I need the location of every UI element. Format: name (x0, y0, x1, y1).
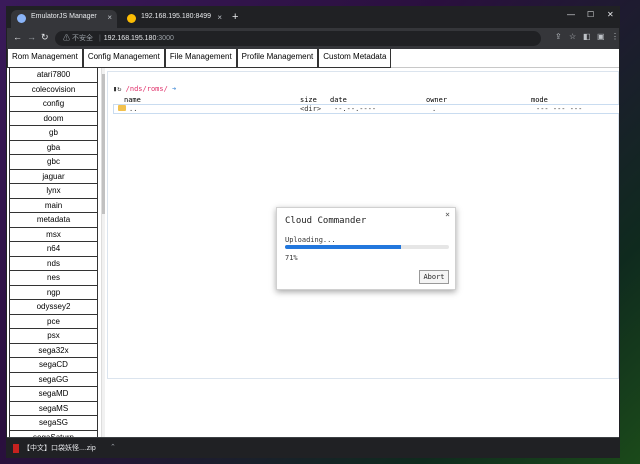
close-icon[interactable]: × (445, 210, 450, 219)
file-owner: . (432, 105, 437, 113)
bookmark-star-icon[interactable]: ☆ (569, 32, 576, 41)
tab-custom-metadata[interactable]: Custom Metadata (318, 49, 392, 68)
close-tab-icon[interactable]: × (217, 13, 222, 22)
column-mode[interactable]: mode (531, 96, 548, 104)
tab-rom-management[interactable]: Rom Management (7, 49, 83, 68)
upload-message: Uploading... (285, 236, 336, 244)
tab-cloudcmd[interactable]: 192.168.195.180:8499 × (121, 10, 227, 28)
system-sidebar: atari7800 colecovision config doom gb gb… (7, 68, 101, 437)
tab-label: 192.168.195.180:8499 (141, 13, 212, 20)
globe-icon (17, 14, 26, 23)
tab-emulatorjs[interactable]: EmulatorJS Manager × (11, 10, 117, 28)
sidebar-item-sega32x[interactable]: sega32x (9, 343, 98, 358)
upload-dialog: Cloud Commander × Uploading... 71% Abort (276, 207, 456, 290)
sidebar-item-gba[interactable]: gba (9, 140, 98, 155)
folder-icon (118, 105, 126, 111)
upload-percent: 71% (285, 254, 298, 262)
sidebar-item-lynx[interactable]: lynx (9, 184, 98, 199)
reload-icon[interactable]: ↻ (41, 32, 49, 43)
sidebar-item-segacd[interactable]: segaCD (9, 358, 98, 373)
archive-icon (13, 443, 19, 453)
download-item[interactable]: 【中文】口袋妖怪....zip (13, 443, 96, 453)
sidebar-item-pce[interactable]: pce (9, 314, 98, 329)
download-bar: 【中文】口袋妖怪....zip ⌃ (7, 437, 619, 457)
sidebar-item-nes[interactable]: nes (9, 271, 98, 286)
close-tab-icon[interactable]: × (107, 13, 112, 22)
sidebar-item-doom[interactable]: doom (9, 111, 98, 126)
sidebar-item-segams[interactable]: segaMS (9, 401, 98, 416)
sidebar-item-msx[interactable]: msx (9, 227, 98, 242)
sidebar-item-segagg[interactable]: segaGG (9, 372, 98, 387)
sidebar-item-ngp[interactable]: ngp (9, 285, 98, 300)
tab-config-management[interactable]: Config Management (82, 49, 165, 68)
maximize-icon[interactable]: ☐ (587, 10, 594, 19)
file-mode: --- --- --- (536, 105, 583, 113)
sidebar-scrollbar[interactable] (101, 68, 105, 437)
sidebar-item-psx[interactable]: psx (9, 329, 98, 344)
path-toolbar-icons[interactable]: ▮↻ (113, 85, 121, 93)
path-bar: ▮↻ /nds/roms/ ➜ (113, 85, 176, 93)
address-host: 192.168.195.180 (103, 35, 157, 42)
address-bar[interactable]: ⚠ 不安全 | 192.168.195.180:3000 (55, 31, 541, 46)
sidebar-item-gb[interactable]: gb (9, 126, 98, 141)
download-filename: 【中文】口袋妖怪....zip (23, 445, 96, 452)
sidebar-item-main[interactable]: main (9, 198, 98, 213)
path-arrow-icon[interactable]: ➜ (172, 85, 176, 93)
browser-window: EmulatorJS Manager × 192.168.195.180:849… (6, 6, 620, 458)
dialog-title: Cloud Commander (285, 216, 367, 226)
column-owner[interactable]: owner (426, 96, 447, 104)
sidebar-item-segasg[interactable]: segaSG (9, 416, 98, 431)
scrollbar-thumb[interactable] (102, 74, 105, 214)
menu-icon[interactable]: ⋮ (611, 32, 619, 41)
sidebar-item-metadata[interactable]: metadata (9, 213, 98, 228)
back-icon[interactable]: ← (13, 32, 22, 42)
sidebar-item-gbc[interactable]: gbc (9, 155, 98, 170)
upload-progress-bar (285, 245, 449, 249)
address-separator: | (98, 35, 101, 42)
new-tab-button[interactable]: + (232, 11, 238, 23)
column-date[interactable]: date (330, 96, 347, 104)
tab-strip: EmulatorJS Manager × 192.168.195.180:849… (7, 7, 619, 28)
current-path[interactable]: /nds/roms/ (126, 85, 168, 93)
tab-file-management[interactable]: File Management (164, 49, 237, 68)
watermark-logo: 家超值 (572, 420, 604, 436)
share-icon[interactable]: ⇪ (555, 32, 562, 41)
forward-icon[interactable]: → (27, 32, 36, 42)
sidebar-item-segamd[interactable]: segaMD (9, 387, 98, 402)
address-port: :3000 (156, 35, 174, 42)
sidebar-item-jaguar[interactable]: jaguar (9, 169, 98, 184)
profile-icon[interactable]: ▣ (597, 32, 605, 41)
file-name: .. (129, 105, 138, 113)
sidebar-item-nds[interactable]: nds (9, 256, 98, 271)
upload-progress-fill (285, 245, 402, 249)
sidebar-item-odyssey2[interactable]: odyssey2 (9, 300, 98, 315)
app-nav: Rom Management Config Management File Ma… (7, 49, 619, 68)
pacman-icon (127, 14, 136, 23)
sidebar-item-colecovision[interactable]: colecovision (9, 82, 98, 97)
tab-profile-management[interactable]: Profile Management (236, 49, 319, 68)
file-size: <dir> (300, 105, 322, 113)
security-warning[interactable]: ⚠ 不安全 (63, 35, 93, 42)
column-size[interactable]: size (300, 96, 317, 104)
chevron-up-icon[interactable]: ⌃ (110, 443, 116, 451)
column-name[interactable]: name (124, 96, 141, 104)
file-date: --.--.---- (334, 105, 377, 113)
sidebar-item-config[interactable]: config (9, 97, 98, 112)
sidebar-item-n64[interactable]: n64 (9, 242, 98, 257)
minimize-icon[interactable]: — (567, 10, 575, 19)
browser-toolbar: ← → ↻ ⚠ 不安全 | 192.168.195.180:3000 ⇪ ☆ ◧ ▣… (7, 28, 619, 49)
sidebar-item-atari7800[interactable]: atari7800 (9, 68, 98, 83)
abort-button[interactable]: Abort (419, 270, 449, 284)
close-window-icon[interactable]: ✕ (607, 10, 614, 19)
file-row[interactable]: .. <dir> --.--.---- . --- --- --- (113, 104, 619, 114)
tab-label: EmulatorJS Manager (31, 13, 97, 20)
sidepanel-icon[interactable]: ◧ (583, 32, 591, 41)
